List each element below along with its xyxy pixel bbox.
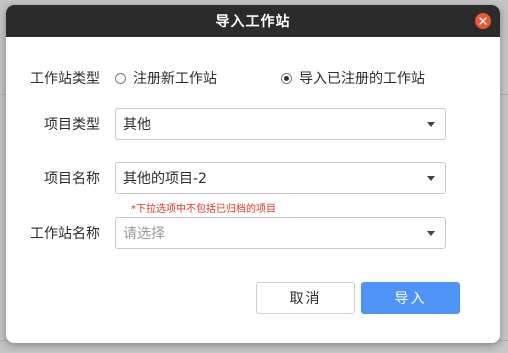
radio-register-new-label: 注册新工作站 <box>133 71 217 87</box>
project-name-select[interactable]: 其他的项目-2 <box>115 162 446 194</box>
project-type-row: 项目类型 其他 <box>6 108 446 140</box>
workstation-name-select[interactable]: 请选择 <box>115 217 446 249</box>
project-name-value: 其他的项目-2 <box>123 171 207 187</box>
caret-down-icon <box>427 121 435 127</box>
project-type-label: 项目类型 <box>44 117 100 133</box>
workstation-name-row: 工作站名称 请选择 <box>6 217 446 249</box>
workstation-name-label: 工作站名称 <box>30 226 100 242</box>
radio-import-registered[interactable]: 导入已注册的工作站 <box>281 68 425 88</box>
radio-register-new[interactable]: 注册新工作站 <box>115 68 217 88</box>
workstation-name-placeholder: 请选择 <box>123 226 165 242</box>
project-name-label: 项目名称 <box>44 171 100 187</box>
workstation-type-row: 工作站类型 注册新工作站 导入已注册的工作站 <box>6 67 425 89</box>
project-name-hint: *下拉选项中不包括已归档的项目 <box>131 204 276 215</box>
import-button[interactable]: 导入 <box>361 282 460 314</box>
dialog-title: 导入工作站 <box>215 14 291 30</box>
project-type-select[interactable]: 其他 <box>115 108 446 140</box>
project-name-row: 项目名称 其他的项目-2 <box>6 162 446 194</box>
import-workstation-dialog: 导入工作站 工作站类型 注册新工作站 导入已注册的工作站 项目类型 其他 项目名… <box>6 5 500 343</box>
radio-import-registered-label: 导入已注册的工作站 <box>299 71 425 87</box>
close-icon <box>479 17 487 25</box>
close-button[interactable] <box>475 13 491 29</box>
project-type-value: 其他 <box>123 117 151 133</box>
cancel-button[interactable]: 取消 <box>256 282 355 314</box>
caret-down-icon <box>427 230 435 236</box>
dialog-titlebar: 导入工作站 <box>6 5 500 37</box>
radio-register-new-circle[interactable] <box>115 72 126 84</box>
workstation-type-label: 工作站类型 <box>30 71 100 87</box>
radio-import-registered-circle[interactable] <box>281 72 292 84</box>
caret-down-icon <box>427 175 435 181</box>
